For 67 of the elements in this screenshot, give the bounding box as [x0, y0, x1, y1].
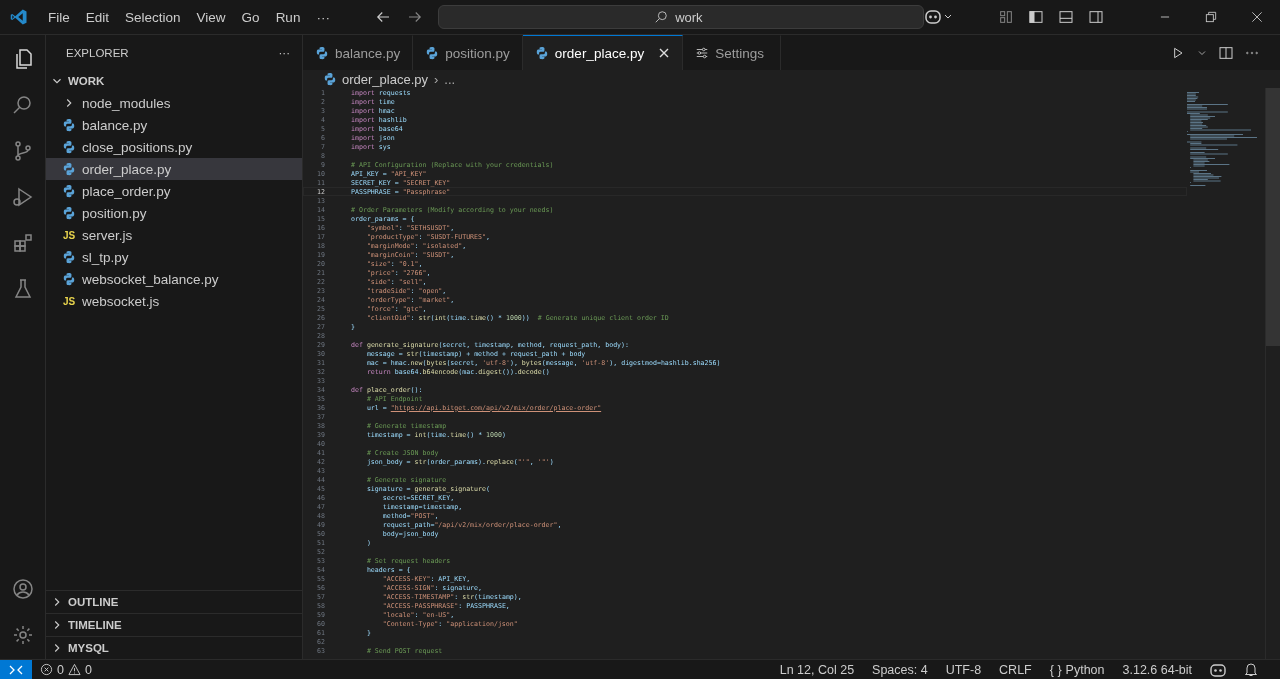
error-count[interactable]: 0	[57, 662, 64, 677]
warning-icon	[67, 663, 81, 676]
status-item[interactable]: UTF-8	[945, 662, 982, 677]
close-icon[interactable]	[658, 47, 671, 59]
panel-header[interactable]: OUTLINE	[46, 590, 302, 613]
status-item[interactable]: Ln 12, Col 25	[779, 662, 855, 677]
python-file-icon	[425, 46, 440, 60]
js-file-icon: JS	[62, 295, 76, 307]
explorer-file[interactable]: close_positions.py	[46, 136, 302, 158]
explorer-file[interactable]: order_place.py	[46, 158, 302, 180]
status-item[interactable]: Python	[1065, 662, 1105, 677]
bell-icon[interactable]	[1244, 662, 1258, 677]
menu-bar-entry[interactable]: Go	[233, 5, 268, 29]
python-file-icon	[62, 272, 76, 286]
status-item[interactable]: Spaces: 4	[872, 662, 928, 677]
breadcrumb-separator: ›	[434, 71, 439, 87]
account-icon[interactable]	[10, 577, 35, 601]
split-editor-icon[interactable]	[1218, 44, 1234, 61]
status-item[interactable]: CRLF	[999, 662, 1032, 677]
robot-icon[interactable]	[923, 8, 954, 26]
breadcrumb-file[interactable]: order_place.py	[342, 71, 428, 87]
explorer-file[interactable]: websocket_balance.py	[46, 268, 302, 290]
python-file-icon	[62, 140, 76, 154]
python-file-icon	[62, 162, 76, 176]
sidebar-toggle-icon[interactable]	[1028, 9, 1044, 25]
python-file-icon	[323, 72, 337, 86]
js-file-icon: JS	[62, 229, 76, 241]
menu-bar-entry[interactable]: View	[188, 5, 234, 29]
python-file-icon	[62, 250, 76, 264]
more-menu-button[interactable]: ···	[308, 5, 338, 29]
python-file-icon	[62, 206, 76, 220]
menu-bar-entry[interactable]: File	[40, 5, 78, 29]
braces-icon: { }	[1049, 662, 1062, 677]
search-field[interactable]: work	[437, 5, 924, 29]
secondary-sidebar-icon[interactable]	[1088, 9, 1104, 25]
status-item[interactable]: 3.12.6 64-bit	[1122, 662, 1192, 677]
folder-section-header[interactable]: WORK	[46, 70, 302, 92]
remote-icon	[9, 663, 23, 676]
explorer-file[interactable]: JS server.js	[46, 224, 302, 246]
more-actions-button[interactable]: ···	[278, 46, 290, 59]
explorer-file[interactable]: JS websocket.js	[46, 290, 302, 312]
breadcrumb-item[interactable]: ...	[444, 71, 456, 87]
remote-button[interactable]	[0, 659, 32, 679]
run-debug-icon[interactable]	[10, 185, 35, 209]
python-file-icon	[534, 46, 549, 60]
menu-bar-entry[interactable]: Selection	[117, 5, 189, 29]
sliders-icon	[695, 46, 710, 60]
explorer-file[interactable]: balance.py	[46, 114, 302, 136]
panel-header[interactable]: TIMELINE	[46, 613, 302, 636]
warning-count[interactable]: 0	[84, 662, 92, 677]
explorer-folder[interactable]: node_modules	[46, 92, 302, 114]
python-file-icon	[62, 118, 76, 132]
error-icon	[40, 663, 53, 676]
editor-tab[interactable]: order_place.py	[522, 35, 684, 70]
explorer-file[interactable]: sl_tp.py	[46, 246, 302, 268]
search-icon	[653, 10, 668, 24]
robot-icon[interactable]	[1210, 662, 1226, 677]
menu-bar-entry[interactable]: Run	[267, 5, 309, 29]
explorer-file[interactable]: place_order.py	[46, 180, 302, 202]
editor-logo-icon[interactable]	[10, 8, 28, 26]
menu-bar-entry[interactable]: Edit	[77, 5, 118, 29]
sidebar-title: EXPLORER	[66, 46, 129, 59]
python-file-icon	[62, 184, 76, 198]
layout-icon[interactable]	[998, 9, 1014, 25]
panel-toggle-icon[interactable]	[1058, 9, 1074, 25]
explorer-file[interactable]: position.py	[46, 202, 302, 224]
python-file-icon	[315, 46, 329, 60]
